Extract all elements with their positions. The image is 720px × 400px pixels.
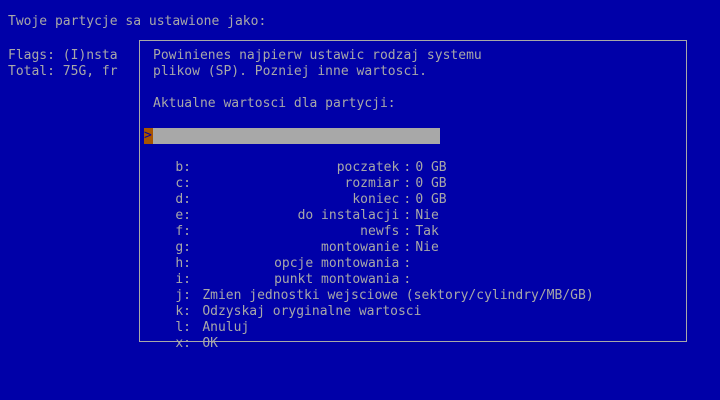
- section-label: Aktualne wartosci dla partycji:: [153, 96, 396, 111]
- menu-item-ok[interactable]: x: OK: [144, 320, 218, 351]
- menu-option-label: OK: [202, 336, 218, 351]
- menu-field-value: Nie: [415, 240, 439, 255]
- screen-title: Twoje partycje sa ustawione jako:: [8, 14, 267, 29]
- menu-item-opcje-montowania[interactable]: h: opcje montowania:: [144, 240, 415, 271]
- menu-item-do-instalacji[interactable]: e: do instalacji: Nie: [144, 192, 438, 223]
- total-line: Total: 75G, fr: [8, 64, 118, 79]
- menu-item-newfs[interactable]: f: newfs: Tak: [144, 208, 438, 239]
- menu-key: x:: [175, 336, 191, 351]
- flags-line: Flags: (I)nsta: [8, 48, 118, 63]
- cursor-icon: >: [144, 128, 153, 144]
- menu-item-koniec[interactable]: d: koniec:0 GB: [144, 176, 446, 207]
- menu-item-rodzaj[interactable]: > a: rodzaj: FFSv2: [144, 128, 454, 175]
- menu-item-odzyskaj[interactable]: k: Odzyskaj oryginalne wartosci: [144, 288, 421, 319]
- menu-item-poczatek[interactable]: b: poczatek:0 GB: [144, 144, 446, 175]
- menu-item-montowanie[interactable]: g: montowanie: Nie: [144, 224, 438, 255]
- dialog-message-line-1: Powinienes najpierw ustawic rodzaj syste…: [153, 48, 482, 63]
- dialog-message-line-2: plikow (SP). Pozniej inne wartosci.: [153, 64, 427, 79]
- partition-dialog: Powinienes najpierw ustawic rodzaj syste…: [139, 40, 687, 351]
- menu-item-punkt-montowania[interactable]: i: punkt montowania:: [144, 256, 415, 287]
- menu-item-anuluj[interactable]: l: Anuluj: [144, 304, 249, 335]
- menu-item-rozmiar[interactable]: c: rozmiar:0 GB: [144, 160, 446, 191]
- menu-item-zmien-jednostki[interactable]: j: Zmien jednostki wejsciowe (sektory/cyl…: [144, 272, 593, 303]
